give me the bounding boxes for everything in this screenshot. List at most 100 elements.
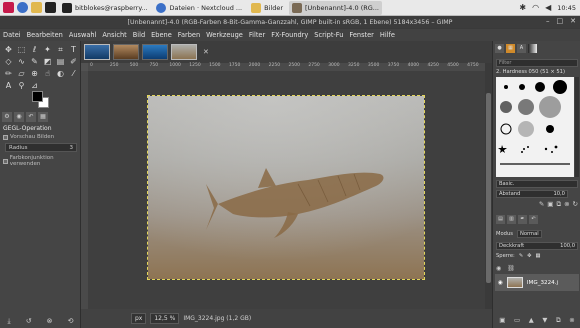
- zoom-select[interactable]: 12,5 %: [150, 313, 180, 324]
- device-status-tab-icon[interactable]: ◉: [14, 112, 24, 122]
- file-manager-icon[interactable]: [31, 2, 42, 13]
- brush-scrollbar[interactable]: [575, 77, 579, 177]
- close-icon[interactable]: ✕: [570, 17, 576, 25]
- radius-field[interactable]: Radius 3: [5, 143, 77, 152]
- paintbrush-icon[interactable]: ✐: [68, 57, 79, 67]
- foreground-color[interactable]: [32, 91, 43, 102]
- image-tab-1[interactable]: [84, 44, 110, 60]
- delete-options-icon[interactable]: ⊗: [47, 317, 53, 326]
- reset-options-icon[interactable]: ⟲: [68, 317, 74, 326]
- menu-ansicht[interactable]: Ansicht: [99, 31, 129, 39]
- mode-select[interactable]: Normal: [516, 230, 542, 238]
- menu-fx-foundry[interactable]: FX-Foundry: [268, 31, 311, 39]
- new-group-icon[interactable]: ▭: [514, 316, 520, 325]
- paths-tab-icon[interactable]: ✒: [518, 215, 527, 224]
- wifi-icon[interactable]: ◠: [532, 3, 539, 12]
- close-tab-icon[interactable]: ✕: [203, 48, 209, 56]
- save-options-icon[interactable]: ⤓: [8, 317, 11, 326]
- brush-grid[interactable]: [496, 77, 574, 177]
- image-tab-3[interactable]: [142, 44, 168, 60]
- warp-icon[interactable]: ∿: [16, 57, 27, 67]
- clone-icon[interactable]: ⊕: [29, 69, 40, 79]
- task-gimp[interactable]: [Unbenannt]-4.0 (RG...: [289, 0, 383, 15]
- lock-position-icon[interactable]: ✥: [527, 253, 531, 259]
- task-terminal[interactable]: bitblokes@raspberry...: [59, 1, 150, 15]
- delete-brush-icon[interactable]: ⊗: [564, 200, 569, 209]
- menu-fenster[interactable]: Fenster: [346, 31, 376, 39]
- fonts-tab-icon[interactable]: A: [517, 44, 526, 53]
- undo-history-tab-icon[interactable]: ↶: [26, 112, 36, 122]
- lower-layer-icon[interactable]: ▼: [542, 316, 547, 325]
- dodge-icon[interactable]: ◐: [55, 69, 66, 79]
- volume-icon[interactable]: ◀: [545, 3, 551, 12]
- menu-werkzeuge[interactable]: Werkzeuge: [203, 31, 246, 39]
- fuzzy-select-icon[interactable]: ✦: [42, 45, 53, 55]
- minimize-icon[interactable]: –: [546, 17, 550, 25]
- unit-select[interactable]: px: [131, 313, 147, 324]
- zoom-icon[interactable]: ⚲: [16, 81, 27, 91]
- duplicate-layer-icon[interactable]: ⧉: [556, 316, 561, 325]
- brush-filter-input[interactable]: Filter: [496, 59, 578, 67]
- duplicate-brush-icon[interactable]: ⧉: [556, 200, 561, 209]
- task-browser[interactable]: Dateien · Nextcloud ...: [153, 1, 245, 15]
- image-tab-2[interactable]: [113, 44, 139, 60]
- canvas-area[interactable]: [88, 71, 485, 309]
- edit-brush-icon[interactable]: ✎: [539, 200, 544, 209]
- ruler-left[interactable]: [81, 71, 88, 309]
- menu-bearbeiten[interactable]: Bearbeiten: [24, 31, 66, 39]
- raise-layer-icon[interactable]: ▲: [529, 316, 534, 325]
- restore-options-icon[interactable]: ↺: [26, 317, 32, 326]
- clock[interactable]: 10:45: [557, 4, 576, 12]
- task-files[interactable]: Bilder: [248, 1, 286, 15]
- color-picker-icon[interactable]: ⁄: [68, 69, 79, 79]
- menu-hilfe[interactable]: Hilfe: [377, 31, 398, 39]
- text-tool-icon[interactable]: T: [68, 45, 79, 55]
- color-conjunction-checkbox[interactable]: [3, 158, 8, 164]
- new-layer-icon[interactable]: ▣: [499, 316, 505, 325]
- refresh-brushes-icon[interactable]: ↻: [573, 200, 578, 209]
- smudge-icon[interactable]: ☝: [42, 69, 53, 79]
- delete-layer-icon[interactable]: ⊗: [569, 316, 574, 325]
- color-swatches[interactable]: [28, 89, 52, 111]
- lock-alpha-icon[interactable]: ▦: [536, 253, 541, 259]
- gradients-tab-icon[interactable]: [528, 44, 537, 53]
- preview-checkbox[interactable]: [3, 134, 8, 140]
- eye-icon[interactable]: ◉: [498, 280, 503, 286]
- layer-row[interactable]: ◉ IMG_3224.j: [495, 274, 579, 291]
- brush-preset-select[interactable]: Basic.: [496, 180, 578, 188]
- image-tab-4[interactable]: [171, 44, 197, 60]
- eraser-icon[interactable]: ▱: [16, 69, 27, 79]
- pencil-icon[interactable]: ✏: [3, 69, 14, 79]
- new-brush-icon[interactable]: ▣: [547, 200, 553, 209]
- bucket-fill-icon[interactable]: ◩: [42, 57, 53, 67]
- terminal-icon[interactable]: [45, 2, 56, 13]
- vertical-scroll-thumb[interactable]: [486, 93, 491, 283]
- spacing-field[interactable]: Abstand 10,0: [496, 190, 568, 198]
- move-tool-icon[interactable]: ✥: [3, 45, 14, 55]
- preview-option[interactable]: Vorschau Bilden: [3, 134, 54, 140]
- ruler-corner[interactable]: [81, 63, 88, 71]
- transform-icon[interactable]: ◇: [3, 57, 14, 67]
- brushes-tab-icon[interactable]: ●: [495, 44, 504, 53]
- lock-pixels-icon[interactable]: ✎: [519, 253, 523, 259]
- opacity-field[interactable]: Deckkraft 100,0: [496, 242, 578, 250]
- text-icon[interactable]: A: [3, 81, 14, 91]
- channels-tab-icon[interactable]: ▥: [507, 215, 516, 224]
- menu-auswahl[interactable]: Auswahl: [66, 31, 100, 39]
- menu-script-fu[interactable]: Script-Fu: [311, 31, 346, 39]
- color-conjunction-option[interactable]: Farbkonjunktion verwenden: [3, 155, 80, 167]
- menu-bild[interactable]: Bild: [130, 31, 148, 39]
- path-icon[interactable]: ✎: [29, 57, 40, 67]
- raspberry-menu-icon[interactable]: [3, 2, 14, 13]
- menu-datei[interactable]: Datei: [0, 31, 24, 39]
- vertical-scrollbar[interactable]: [485, 63, 492, 309]
- layers-tab-icon[interactable]: ▤: [496, 215, 505, 224]
- menu-filter[interactable]: Filter: [246, 31, 268, 39]
- maximize-icon[interactable]: □: [557, 17, 564, 25]
- tool-options-tab-icon[interactable]: ⚙: [2, 112, 12, 122]
- lasso-icon[interactable]: ℓ: [29, 45, 40, 55]
- browser-icon[interactable]: [17, 2, 28, 13]
- bluetooth-icon[interactable]: ✱: [519, 3, 526, 12]
- images-tab-icon[interactable]: ▦: [38, 112, 48, 122]
- gradient-icon[interactable]: ▤: [55, 57, 66, 67]
